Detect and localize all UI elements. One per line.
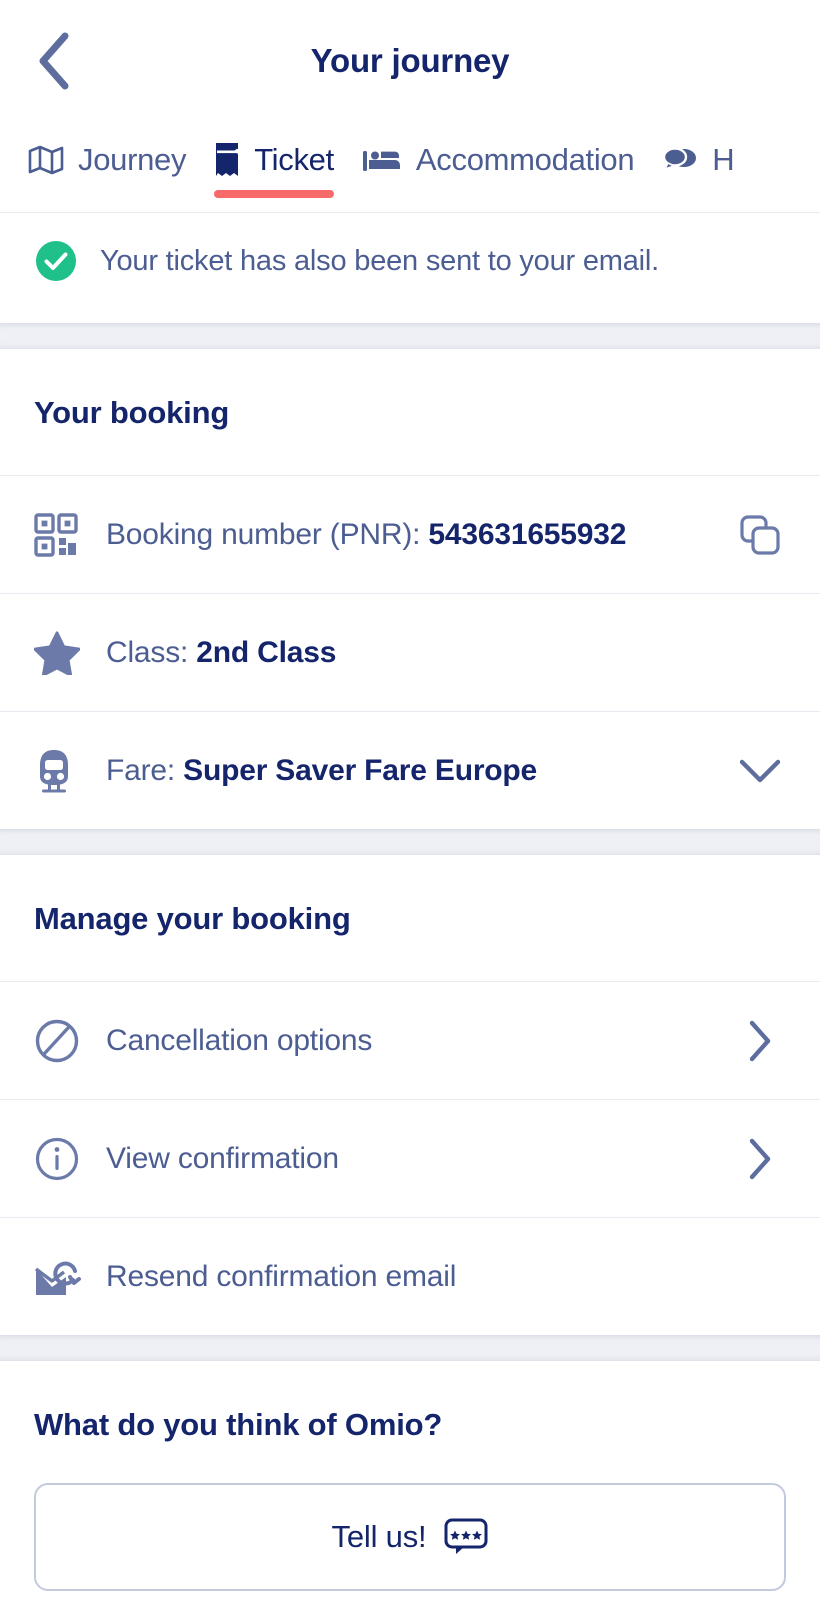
chevron-right-icon xyxy=(749,1138,771,1179)
chat-stars-icon xyxy=(444,1518,488,1556)
class-text: Class: 2nd Class xyxy=(96,636,734,670)
fare-text: Fare: Super Saver Fare Europe xyxy=(96,754,734,788)
cancellation-options-label: Cancellation options xyxy=(106,1023,373,1057)
tab-help-label: H xyxy=(712,142,735,177)
email-sent-text: Your ticket has also been sent to your e… xyxy=(100,244,659,277)
chevron-left-icon xyxy=(39,32,69,90)
tab-ticket[interactable]: Ticket xyxy=(200,122,348,198)
booking-number-value: 543631655932 xyxy=(428,517,627,551)
view-confirmation-chevron[interactable] xyxy=(734,1137,786,1181)
email-sent-banner: Your ticket has also been sent to your e… xyxy=(0,212,820,323)
tab-bar[interactable]: Journey Ticket Accommodation H xyxy=(0,122,820,212)
chevron-down-icon xyxy=(739,759,781,782)
section-gap-1 xyxy=(0,323,820,349)
ticket-icon xyxy=(214,143,240,177)
back-button[interactable] xyxy=(22,30,84,92)
class-value: 2nd Class xyxy=(196,635,337,669)
view-confirmation-label: View confirmation xyxy=(106,1141,339,1175)
tab-accommodation-label: Accommodation xyxy=(415,142,635,177)
row-resend-confirmation-email[interactable]: Resend confirmation email xyxy=(0,1217,820,1335)
map-icon xyxy=(28,145,64,175)
app-header: Your journey xyxy=(0,0,820,122)
class-label: Class: xyxy=(106,635,197,669)
qr-code-icon xyxy=(34,512,96,557)
tab-help[interactable]: H xyxy=(648,122,748,198)
booking-number-label: Booking number (PNR): xyxy=(106,517,429,551)
copy-icon xyxy=(740,514,780,555)
tab-journey-label: Journey xyxy=(78,142,187,177)
row-fare[interactable]: Fare: Super Saver Fare Europe xyxy=(0,711,820,829)
resend-email-icon xyxy=(34,1255,96,1299)
chevron-right-icon xyxy=(749,1020,771,1061)
fare-value: Super Saver Fare Europe xyxy=(183,753,538,787)
cancellation-options-chevron[interactable] xyxy=(734,1019,786,1063)
info-circle-icon xyxy=(34,1136,96,1182)
section-gap-2 xyxy=(0,829,820,855)
row-cancellation-options[interactable]: Cancellation options xyxy=(0,981,820,1099)
fare-expand-button[interactable] xyxy=(734,757,786,785)
tab-accommodation[interactable]: Accommodation xyxy=(348,122,648,198)
resend-confirmation-email-label: Resend confirmation email xyxy=(106,1259,457,1293)
feedback-card: What do you think of Omio? Tell us! xyxy=(0,1361,820,1600)
tab-ticket-label: Ticket xyxy=(254,142,334,177)
fare-label: Fare: xyxy=(106,753,184,787)
star-icon xyxy=(34,631,96,675)
no-entry-icon xyxy=(34,1018,96,1064)
train-icon xyxy=(34,748,96,794)
booking-number-text: Booking number (PNR): 543631655932 xyxy=(96,518,734,552)
your-booking-title: Your booking xyxy=(34,395,230,430)
bed-icon xyxy=(362,147,402,173)
tab-journey[interactable]: Journey xyxy=(14,122,200,198)
copy-button[interactable] xyxy=(734,514,786,556)
ticket-screen: Your journey Journey Ticket Accommodatio… xyxy=(0,0,820,1600)
tell-us-wrapper: Tell us! xyxy=(0,1483,820,1600)
feedback-title: What do you think of Omio? xyxy=(34,1407,443,1442)
row-class[interactable]: Class: 2nd Class xyxy=(0,593,820,711)
manage-booking-card: Manage your booking Cancellation options xyxy=(0,855,820,1335)
tell-us-button[interactable]: Tell us! xyxy=(34,1483,786,1591)
section-gap-3 xyxy=(0,1335,820,1361)
active-tab-indicator xyxy=(214,190,334,198)
row-booking-number[interactable]: Booking number (PNR): 543631655932 xyxy=(0,475,820,593)
page-title: Your journey xyxy=(310,42,510,79)
row-view-confirmation[interactable]: View confirmation xyxy=(0,1099,820,1217)
your-booking-card: Your booking Booking number (PNR): 54363… xyxy=(0,349,820,829)
tell-us-label: Tell us! xyxy=(331,1519,427,1554)
check-circle-icon xyxy=(34,239,78,283)
chat-icon xyxy=(662,145,698,175)
manage-booking-title: Manage your booking xyxy=(34,901,351,936)
